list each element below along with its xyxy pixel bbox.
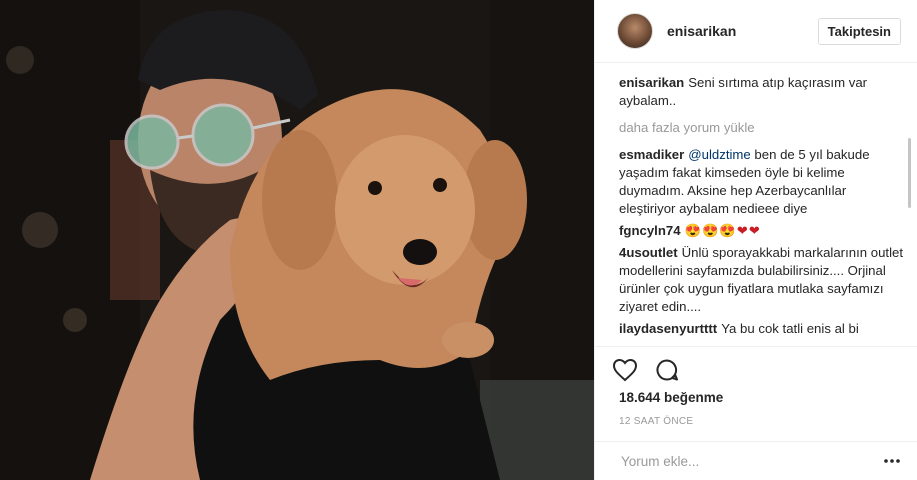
comment-item: ilaydasenyurtttt Ya bu cok tatli enis al … xyxy=(619,320,903,338)
post-header: enisarikan Takiptesin xyxy=(595,0,917,63)
more-options-icon[interactable] xyxy=(883,452,901,470)
heart-icon[interactable] xyxy=(611,356,639,384)
comment-icon[interactable] xyxy=(653,356,681,384)
likes-count[interactable]: 18.644 beğenme xyxy=(619,390,723,405)
load-more-comments-link[interactable]: daha fazla yorum yükle xyxy=(619,119,903,137)
author-avatar[interactable] xyxy=(617,13,653,49)
comment-text: 😍😍😍❤❤ xyxy=(684,223,761,238)
post-photo[interactable] xyxy=(0,0,594,480)
post-details-panel: enisarikan Takiptesin enisarikan Seni sır… xyxy=(594,0,917,480)
caption-comment: enisarikan Seni sırtıma atıp kaçırasım va… xyxy=(619,74,903,110)
comment-user[interactable]: ilaydasenyurtttt xyxy=(619,321,717,336)
post-actions xyxy=(595,346,917,392)
instagram-post: enisarikan Takiptesin enisarikan Seni sır… xyxy=(0,0,917,480)
post-timestamp[interactable]: 12 SAAT ÖNCE xyxy=(619,416,693,427)
photo-illustration xyxy=(0,0,594,480)
comment-mention[interactable]: @uldztime xyxy=(688,147,751,162)
comment-text: Ya bu cok tatli enis al bi xyxy=(721,321,859,336)
comment-user[interactable]: fgncyln74 xyxy=(619,223,681,238)
caption-user[interactable]: enisarikan xyxy=(619,75,684,90)
add-comment-input[interactable] xyxy=(619,452,883,470)
comment-item: esmadiker @uldztime ben de 5 yıl bakude y… xyxy=(619,146,903,218)
comment-user[interactable]: esmadiker xyxy=(619,147,684,162)
author-username[interactable]: enisarikan xyxy=(667,23,818,39)
comment-item: fgncyln74 😍😍😍❤❤ xyxy=(619,222,903,240)
add-comment-bar xyxy=(595,441,917,480)
following-button[interactable]: Takiptesin xyxy=(817,17,901,45)
comment-item: 4usoutlet Ünlü sporayakkabi markalarının … xyxy=(619,244,903,316)
comments-list[interactable]: enisarikan Seni sırtıma atıp kaçırasım va… xyxy=(619,74,903,346)
comment-user[interactable]: 4usoutlet xyxy=(619,245,678,260)
comments-scrollbar[interactable] xyxy=(908,94,911,330)
comments-scrollbar-thumb[interactable] xyxy=(908,138,911,208)
